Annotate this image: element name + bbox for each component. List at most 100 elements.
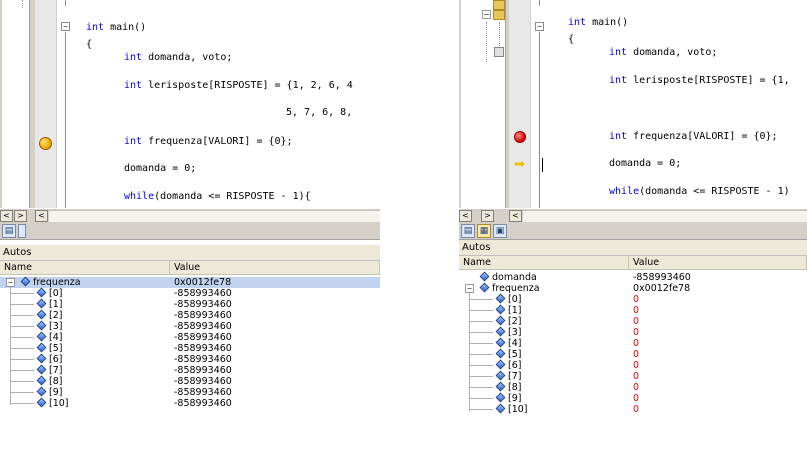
- variable-name-cell[interactable]: [9]: [36, 386, 62, 398]
- variable-value-cell[interactable]: -858993460: [174, 365, 232, 376]
- variable-name-cell[interactable]: [4]: [495, 337, 521, 349]
- collapse-toggle-icon[interactable]: −: [535, 22, 544, 31]
- variable-name-cell[interactable]: [5]: [36, 342, 62, 354]
- horizontal-scrollbar[interactable]: < > <: [0, 208, 380, 222]
- variable-value-cell[interactable]: 0: [633, 360, 639, 371]
- code-line[interactable]: int domanda, voto;: [609, 47, 717, 58]
- variable-value-cell[interactable]: 0: [633, 382, 639, 393]
- collapse-toggle-icon[interactable]: −: [6, 278, 15, 287]
- table-row[interactable]: [10] -858993460: [0, 397, 380, 409]
- code-text-area[interactable]: − int main() { int domanda, voto; int leris…: [532, 0, 807, 208]
- variable-name-cell[interactable]: [2]: [36, 309, 62, 321]
- table-row[interactable]: [6] -858993460: [0, 353, 380, 365]
- variable-name-cell[interactable]: frequenza: [479, 282, 540, 294]
- code-line[interactable]: while(domanda <= RISPOSTE - 1): [609, 186, 790, 197]
- variable-name-cell[interactable]: domanda: [479, 271, 537, 283]
- code-line[interactable]: while(domanda <= RISPOSTE - 1){: [124, 191, 311, 202]
- table-row[interactable]: [1] 0: [459, 304, 807, 316]
- scroll-right-button[interactable]: >: [14, 210, 27, 222]
- table-row[interactable]: [8] -858993460: [0, 375, 380, 387]
- editor-scroll-left-button[interactable]: <: [35, 210, 48, 222]
- table-row[interactable]: [7] 0: [459, 370, 807, 382]
- code-line[interactable]: {: [568, 34, 574, 45]
- variable-value-cell[interactable]: 0: [633, 316, 639, 327]
- code-editor[interactable]: − ➡ − int main() { int domanda, voto; int l…: [459, 0, 807, 218]
- table-row[interactable]: [5] 0: [459, 348, 807, 360]
- table-row[interactable]: − frequenza 0x0012fe78: [0, 276, 380, 288]
- class-view-icon[interactable]: ▣: [493, 224, 507, 238]
- table-row[interactable]: [3] 0: [459, 326, 807, 338]
- variable-value-cell[interactable]: 0: [633, 404, 639, 415]
- variable-name-cell[interactable]: [10]: [36, 397, 69, 409]
- collapse-toggle-icon[interactable]: −: [465, 284, 474, 293]
- resource-view-icon[interactable]: ▦: [477, 224, 491, 238]
- solution-explorer-icon[interactable]: ▤: [2, 224, 16, 238]
- variable-value-cell[interactable]: -858993460: [174, 299, 232, 310]
- code-line[interactable]: int lerisposte[RISPOSTE] = {1,: [609, 75, 790, 86]
- variable-name-cell[interactable]: [0]: [36, 287, 62, 299]
- indicator-margin[interactable]: ➡: [509, 0, 531, 208]
- table-row[interactable]: [4] -858993460: [0, 331, 380, 343]
- variable-name-cell[interactable]: frequenza: [20, 276, 81, 288]
- variable-value-cell[interactable]: -858993460: [174, 343, 232, 354]
- variable-name-cell[interactable]: [9]: [495, 392, 521, 404]
- variable-name-cell[interactable]: [1]: [495, 304, 521, 316]
- table-row[interactable]: [4] 0: [459, 337, 807, 349]
- code-line[interactable]: int frequenza[VALORI] = {0};: [609, 131, 778, 142]
- column-header-value[interactable]: Value: [629, 256, 807, 270]
- table-row[interactable]: − frequenza 0x0012fe78: [459, 282, 807, 294]
- table-row[interactable]: [2] 0: [459, 315, 807, 327]
- table-row[interactable]: [3] -858993460: [0, 320, 380, 332]
- variable-name-cell[interactable]: [7]: [495, 370, 521, 382]
- code-editor[interactable]: − int main() { int domanda, voto; int leris…: [0, 0, 380, 218]
- column-header-name[interactable]: Name: [0, 261, 170, 275]
- editor-scroll-left-button[interactable]: <: [509, 210, 522, 222]
- code-line[interactable]: int main(): [86, 22, 146, 33]
- code-line[interactable]: int main(): [568, 17, 628, 28]
- variable-name-cell[interactable]: [3]: [36, 320, 62, 332]
- column-header-value[interactable]: Value: [170, 261, 380, 275]
- column-header-name[interactable]: Name: [459, 256, 629, 270]
- collapse-toggle-icon[interactable]: −: [61, 22, 70, 31]
- scroll-left-button[interactable]: <: [0, 210, 13, 222]
- table-row[interactable]: [0] -858993460: [0, 287, 380, 299]
- breakpoint-yellow-icon[interactable]: [39, 137, 52, 150]
- variable-value-cell[interactable]: 0: [633, 393, 639, 404]
- variable-value-cell[interactable]: -858993460: [174, 321, 232, 332]
- code-text-area[interactable]: − int main() { int domanda, voto; int leris…: [58, 0, 380, 208]
- code-line[interactable]: 5, 7, 6, 8,: [286, 107, 352, 118]
- variable-value-cell[interactable]: -858993460: [633, 272, 691, 283]
- class-view-icon[interactable]: [18, 224, 26, 238]
- variable-name-cell[interactable]: [6]: [36, 353, 62, 365]
- table-row[interactable]: [9] -858993460: [0, 386, 380, 398]
- code-line[interactable]: int domanda, voto;: [124, 52, 232, 63]
- variable-value-cell[interactable]: 0: [633, 349, 639, 360]
- variable-value-cell[interactable]: -858993460: [174, 398, 232, 409]
- variable-value-cell[interactable]: 0: [633, 294, 639, 305]
- code-line[interactable]: {: [86, 39, 92, 50]
- tree-expand-icon[interactable]: −: [482, 10, 491, 19]
- autos-grid[interactable]: Name Value domanda -858993460 − frequenza 0x…: [459, 256, 807, 467]
- variable-value-cell[interactable]: -858993460: [174, 387, 232, 398]
- solution-explorer-icon[interactable]: ▤: [461, 224, 475, 238]
- table-row[interactable]: [6] 0: [459, 359, 807, 371]
- variable-name-cell[interactable]: [7]: [36, 364, 62, 376]
- variable-value-cell[interactable]: 0x0012fe78: [174, 277, 231, 288]
- scroll-right-button[interactable]: >: [481, 210, 494, 222]
- variable-value-cell[interactable]: -858993460: [174, 310, 232, 321]
- table-row[interactable]: [0] 0: [459, 293, 807, 305]
- table-row[interactable]: domanda -858993460: [459, 271, 807, 283]
- variable-value-cell[interactable]: -858993460: [174, 332, 232, 343]
- variable-value-cell[interactable]: 0: [633, 305, 639, 316]
- variable-name-cell[interactable]: [5]: [495, 348, 521, 360]
- table-row[interactable]: [7] -858993460: [0, 364, 380, 376]
- variable-value-cell[interactable]: -858993460: [174, 354, 232, 365]
- variable-name-cell[interactable]: [1]: [36, 298, 62, 310]
- table-row[interactable]: [5] -858993460: [0, 342, 380, 354]
- horizontal-scrollbar[interactable]: < > <: [459, 208, 807, 222]
- scroll-track[interactable]: [523, 210, 807, 222]
- table-row[interactable]: [9] 0: [459, 392, 807, 404]
- variable-value-cell[interactable]: 0: [633, 371, 639, 382]
- variable-value-cell[interactable]: 0: [633, 327, 639, 338]
- code-line[interactable]: int lerisposte[RISPOSTE] = {1, 2, 6, 4: [124, 80, 353, 91]
